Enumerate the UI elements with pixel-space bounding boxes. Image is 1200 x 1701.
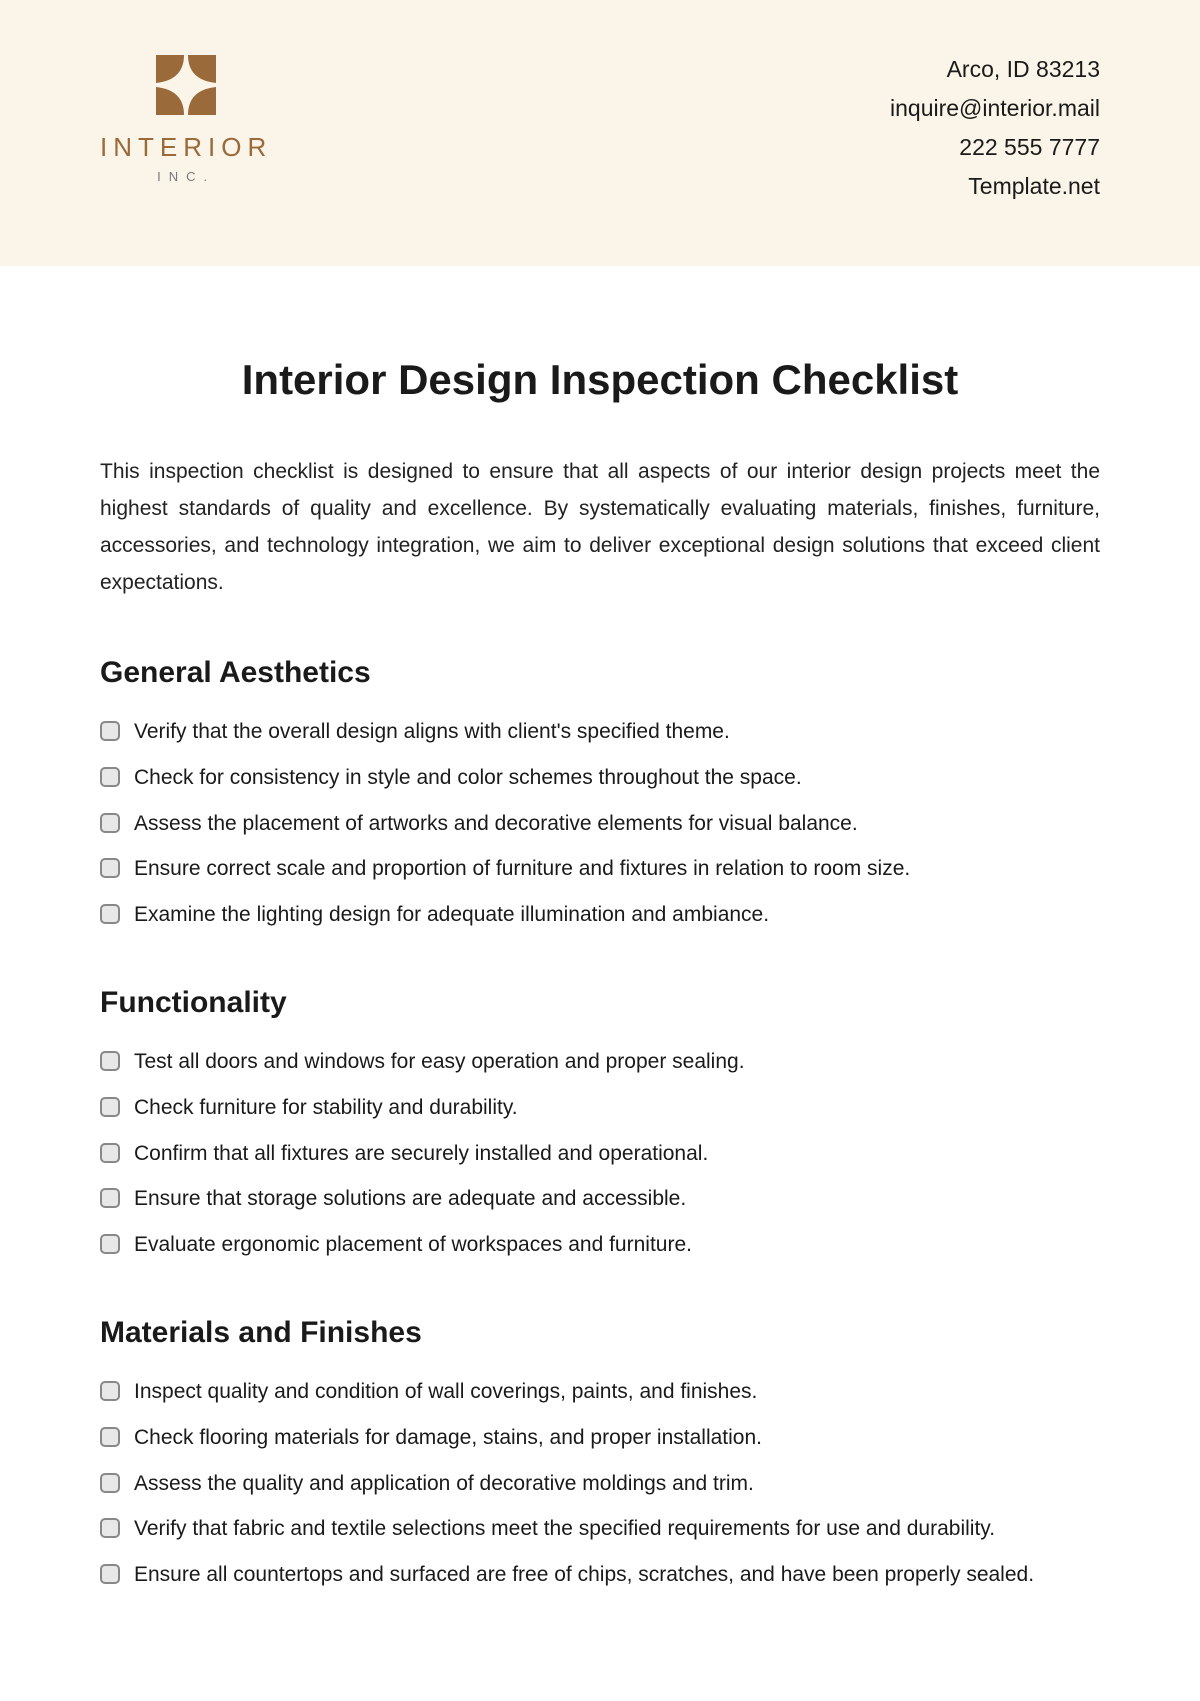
checklist-item: Verify that the overall design aligns wi… bbox=[100, 715, 1100, 749]
checkbox[interactable] bbox=[100, 1427, 120, 1447]
checkbox[interactable] bbox=[100, 858, 120, 878]
checkbox[interactable] bbox=[100, 1564, 120, 1584]
checklist-item-text: Assess the quality and application of de… bbox=[134, 1467, 1100, 1501]
document-body: Interior Design Inspection Checklist Thi… bbox=[0, 266, 1200, 1686]
checklist-item-text: Check furniture for stability and durabi… bbox=[134, 1091, 1100, 1125]
checkbox[interactable] bbox=[100, 1188, 120, 1208]
checklist-item-text: Inspect quality and condition of wall co… bbox=[134, 1375, 1100, 1409]
document-header: INTERIOR INC. Arco, ID 83213 inquire@int… bbox=[0, 0, 1200, 266]
checklist-item-text: Examine the lighting design for adequate… bbox=[134, 898, 1100, 932]
checklist-item-text: Assess the placement of artworks and dec… bbox=[134, 807, 1100, 841]
checkbox[interactable] bbox=[100, 813, 120, 833]
section-title: Functionality bbox=[100, 986, 1100, 1020]
checklist-section: Materials and Finishes Inspect quality an… bbox=[100, 1316, 1100, 1591]
checklist-item: Assess the placement of artworks and dec… bbox=[100, 807, 1100, 841]
contact-phone: 222 555 7777 bbox=[890, 128, 1100, 167]
checkbox[interactable] bbox=[100, 1473, 120, 1493]
logo-block: INTERIOR INC. bbox=[100, 50, 272, 184]
checklist-item-text: Check for consistency in style and color… bbox=[134, 761, 1100, 795]
contact-address: Arco, ID 83213 bbox=[890, 50, 1100, 89]
checklist-item: Verify that fabric and textile selection… bbox=[100, 1512, 1100, 1546]
checklist-item: Test all doors and windows for easy oper… bbox=[100, 1045, 1100, 1079]
contact-email: inquire@interior.mail bbox=[890, 89, 1100, 128]
checkbox[interactable] bbox=[100, 767, 120, 787]
checklist-item-text: Ensure that storage solutions are adequa… bbox=[134, 1182, 1100, 1216]
checklist-item: Confirm that all fixtures are securely i… bbox=[100, 1137, 1100, 1171]
checklist-item-text: Confirm that all fixtures are securely i… bbox=[134, 1137, 1100, 1171]
checkbox[interactable] bbox=[100, 1234, 120, 1254]
contact-site: Template.net bbox=[890, 167, 1100, 206]
section-title: General Aesthetics bbox=[100, 656, 1100, 690]
section-title: Materials and Finishes bbox=[100, 1316, 1100, 1350]
checklist-item: Ensure all countertops and surfaced are … bbox=[100, 1558, 1100, 1592]
logo-icon bbox=[146, 50, 226, 120]
checkbox[interactable] bbox=[100, 1097, 120, 1117]
checklist-item: Examine the lighting design for adequate… bbox=[100, 898, 1100, 932]
checkbox[interactable] bbox=[100, 1518, 120, 1538]
checkbox[interactable] bbox=[100, 721, 120, 741]
checklist-section: General Aesthetics Verify that the overal… bbox=[100, 656, 1100, 931]
checkbox[interactable] bbox=[100, 1051, 120, 1071]
checkbox[interactable] bbox=[100, 1143, 120, 1163]
checklist-item: Inspect quality and condition of wall co… bbox=[100, 1375, 1100, 1409]
checklist-item-text: Verify that fabric and textile selection… bbox=[134, 1512, 1100, 1546]
intro-paragraph: This inspection checklist is designed to… bbox=[100, 454, 1100, 601]
checklist-item-text: Check flooring materials for damage, sta… bbox=[134, 1421, 1100, 1455]
page-title: Interior Design Inspection Checklist bbox=[100, 356, 1100, 404]
checklist-item: Ensure correct scale and proportion of f… bbox=[100, 852, 1100, 886]
contact-info: Arco, ID 83213 inquire@interior.mail 222… bbox=[890, 50, 1100, 206]
checkbox[interactable] bbox=[100, 904, 120, 924]
checklist-item-text: Test all doors and windows for easy oper… bbox=[134, 1045, 1100, 1079]
checklist-item: Ensure that storage solutions are adequa… bbox=[100, 1182, 1100, 1216]
checklist-section: Functionality Test all doors and windows … bbox=[100, 986, 1100, 1261]
checklist-item-text: Evaluate ergonomic placement of workspac… bbox=[134, 1228, 1100, 1262]
checklist-item-text: Ensure correct scale and proportion of f… bbox=[134, 852, 1100, 886]
checklist-item: Check flooring materials for damage, sta… bbox=[100, 1421, 1100, 1455]
checklist-item: Assess the quality and application of de… bbox=[100, 1467, 1100, 1501]
checklist-item-text: Verify that the overall design aligns wi… bbox=[134, 715, 1100, 749]
checklist-item: Check furniture for stability and durabi… bbox=[100, 1091, 1100, 1125]
logo-subtitle: INC. bbox=[157, 169, 215, 184]
checklist-item-text: Ensure all countertops and surfaced are … bbox=[134, 1558, 1100, 1592]
checkbox[interactable] bbox=[100, 1381, 120, 1401]
checklist-item: Check for consistency in style and color… bbox=[100, 761, 1100, 795]
checklist-item: Evaluate ergonomic placement of workspac… bbox=[100, 1228, 1100, 1262]
logo-name: INTERIOR bbox=[100, 132, 272, 163]
